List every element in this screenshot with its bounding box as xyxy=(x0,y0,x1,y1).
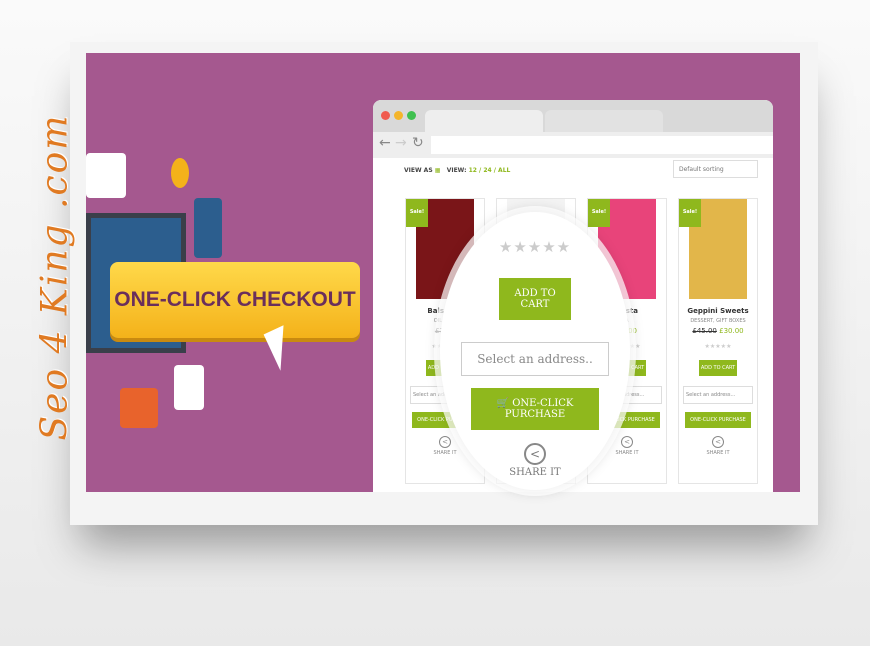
minimize-dot-icon[interactable] xyxy=(394,111,403,120)
tab-active[interactable] xyxy=(425,110,543,132)
url-input[interactable] xyxy=(431,136,773,154)
sale-badge: Sale! xyxy=(679,199,701,227)
rating-stars: ★★★★★ xyxy=(498,238,572,256)
share-icon[interactable]: < xyxy=(712,436,724,448)
share-icon[interactable]: < xyxy=(621,436,633,448)
calculator-icon xyxy=(174,365,204,410)
share-label: SHARE IT xyxy=(615,450,639,456)
grid-view-icon[interactable]: ▦ xyxy=(435,167,441,174)
address-bar-row: ← → ↻ xyxy=(373,132,773,158)
view-label: VIEW: xyxy=(446,167,467,174)
purchase-label: ONE-CLICK PURCHASE xyxy=(504,398,574,420)
maximize-dot-icon[interactable] xyxy=(407,111,416,120)
wallet-icon xyxy=(120,388,158,428)
old-price: £45.00 xyxy=(692,327,717,335)
view-as-label: VIEW AS xyxy=(404,167,433,174)
reload-icon[interactable]: ↻ xyxy=(412,135,424,151)
tab-inactive[interactable] xyxy=(545,110,663,132)
sale-badge: Sale! xyxy=(406,199,428,227)
add-to-cart-button[interactable]: ADD TO CART xyxy=(699,360,737,376)
one-click-purchase-button[interactable]: ONE-CLICK PURCHASE xyxy=(685,412,751,428)
address-select[interactable]: Select an address... xyxy=(683,386,753,404)
address-select[interactable]: Select an address.. xyxy=(461,342,609,376)
lightbulb-icon xyxy=(171,158,189,188)
share-icon[interactable]: < xyxy=(439,436,451,448)
back-icon[interactable]: ← xyxy=(379,135,391,151)
watermark: Seo 4 King .com xyxy=(34,113,76,441)
share-label: SHARE IT xyxy=(433,450,457,456)
phone-icon xyxy=(194,198,222,258)
share-icon[interactable]: < xyxy=(524,443,546,465)
sorting-select[interactable]: Default sorting xyxy=(673,160,758,178)
product-card[interactable]: Sale! Geppini Sweets DESSERT, GIFT BOXES… xyxy=(678,198,758,484)
share-label: SHARE IT xyxy=(509,467,561,478)
browser-tabs xyxy=(373,100,773,132)
magnifier-lens: ★★★★★ ADD TO CART Select an address.. 🛒 … xyxy=(440,212,630,490)
view-options[interactable]: 12 / 24 / ALL xyxy=(469,167,511,174)
sale-price: £30.00 xyxy=(719,327,744,335)
truck-icon xyxy=(86,153,126,198)
one-click-purchase-button[interactable]: 🛒 ONE-CLICK PURCHASE xyxy=(471,388,599,430)
cart-icon: 🛒 xyxy=(496,398,510,409)
close-dot-icon[interactable] xyxy=(381,111,390,120)
one-click-checkout-banner: ONE-CLICK CHECKOUT xyxy=(110,262,360,338)
share-label: SHARE IT xyxy=(706,450,730,456)
product-price: £45.00 £30.00 xyxy=(679,327,757,335)
product-name[interactable]: Geppini Sweets xyxy=(679,307,757,315)
forward-icon[interactable]: → xyxy=(395,135,407,151)
rating-stars: ★★★★★ xyxy=(704,343,732,350)
add-to-cart-button[interactable]: ADD TO CART xyxy=(499,278,571,320)
product-category: DESSERT, GIFT BOXES xyxy=(690,318,746,324)
sale-badge: Sale! xyxy=(588,199,610,227)
shop-toolbar: VIEW AS ▦ VIEW: 12 / 24 / ALL xyxy=(404,167,510,174)
